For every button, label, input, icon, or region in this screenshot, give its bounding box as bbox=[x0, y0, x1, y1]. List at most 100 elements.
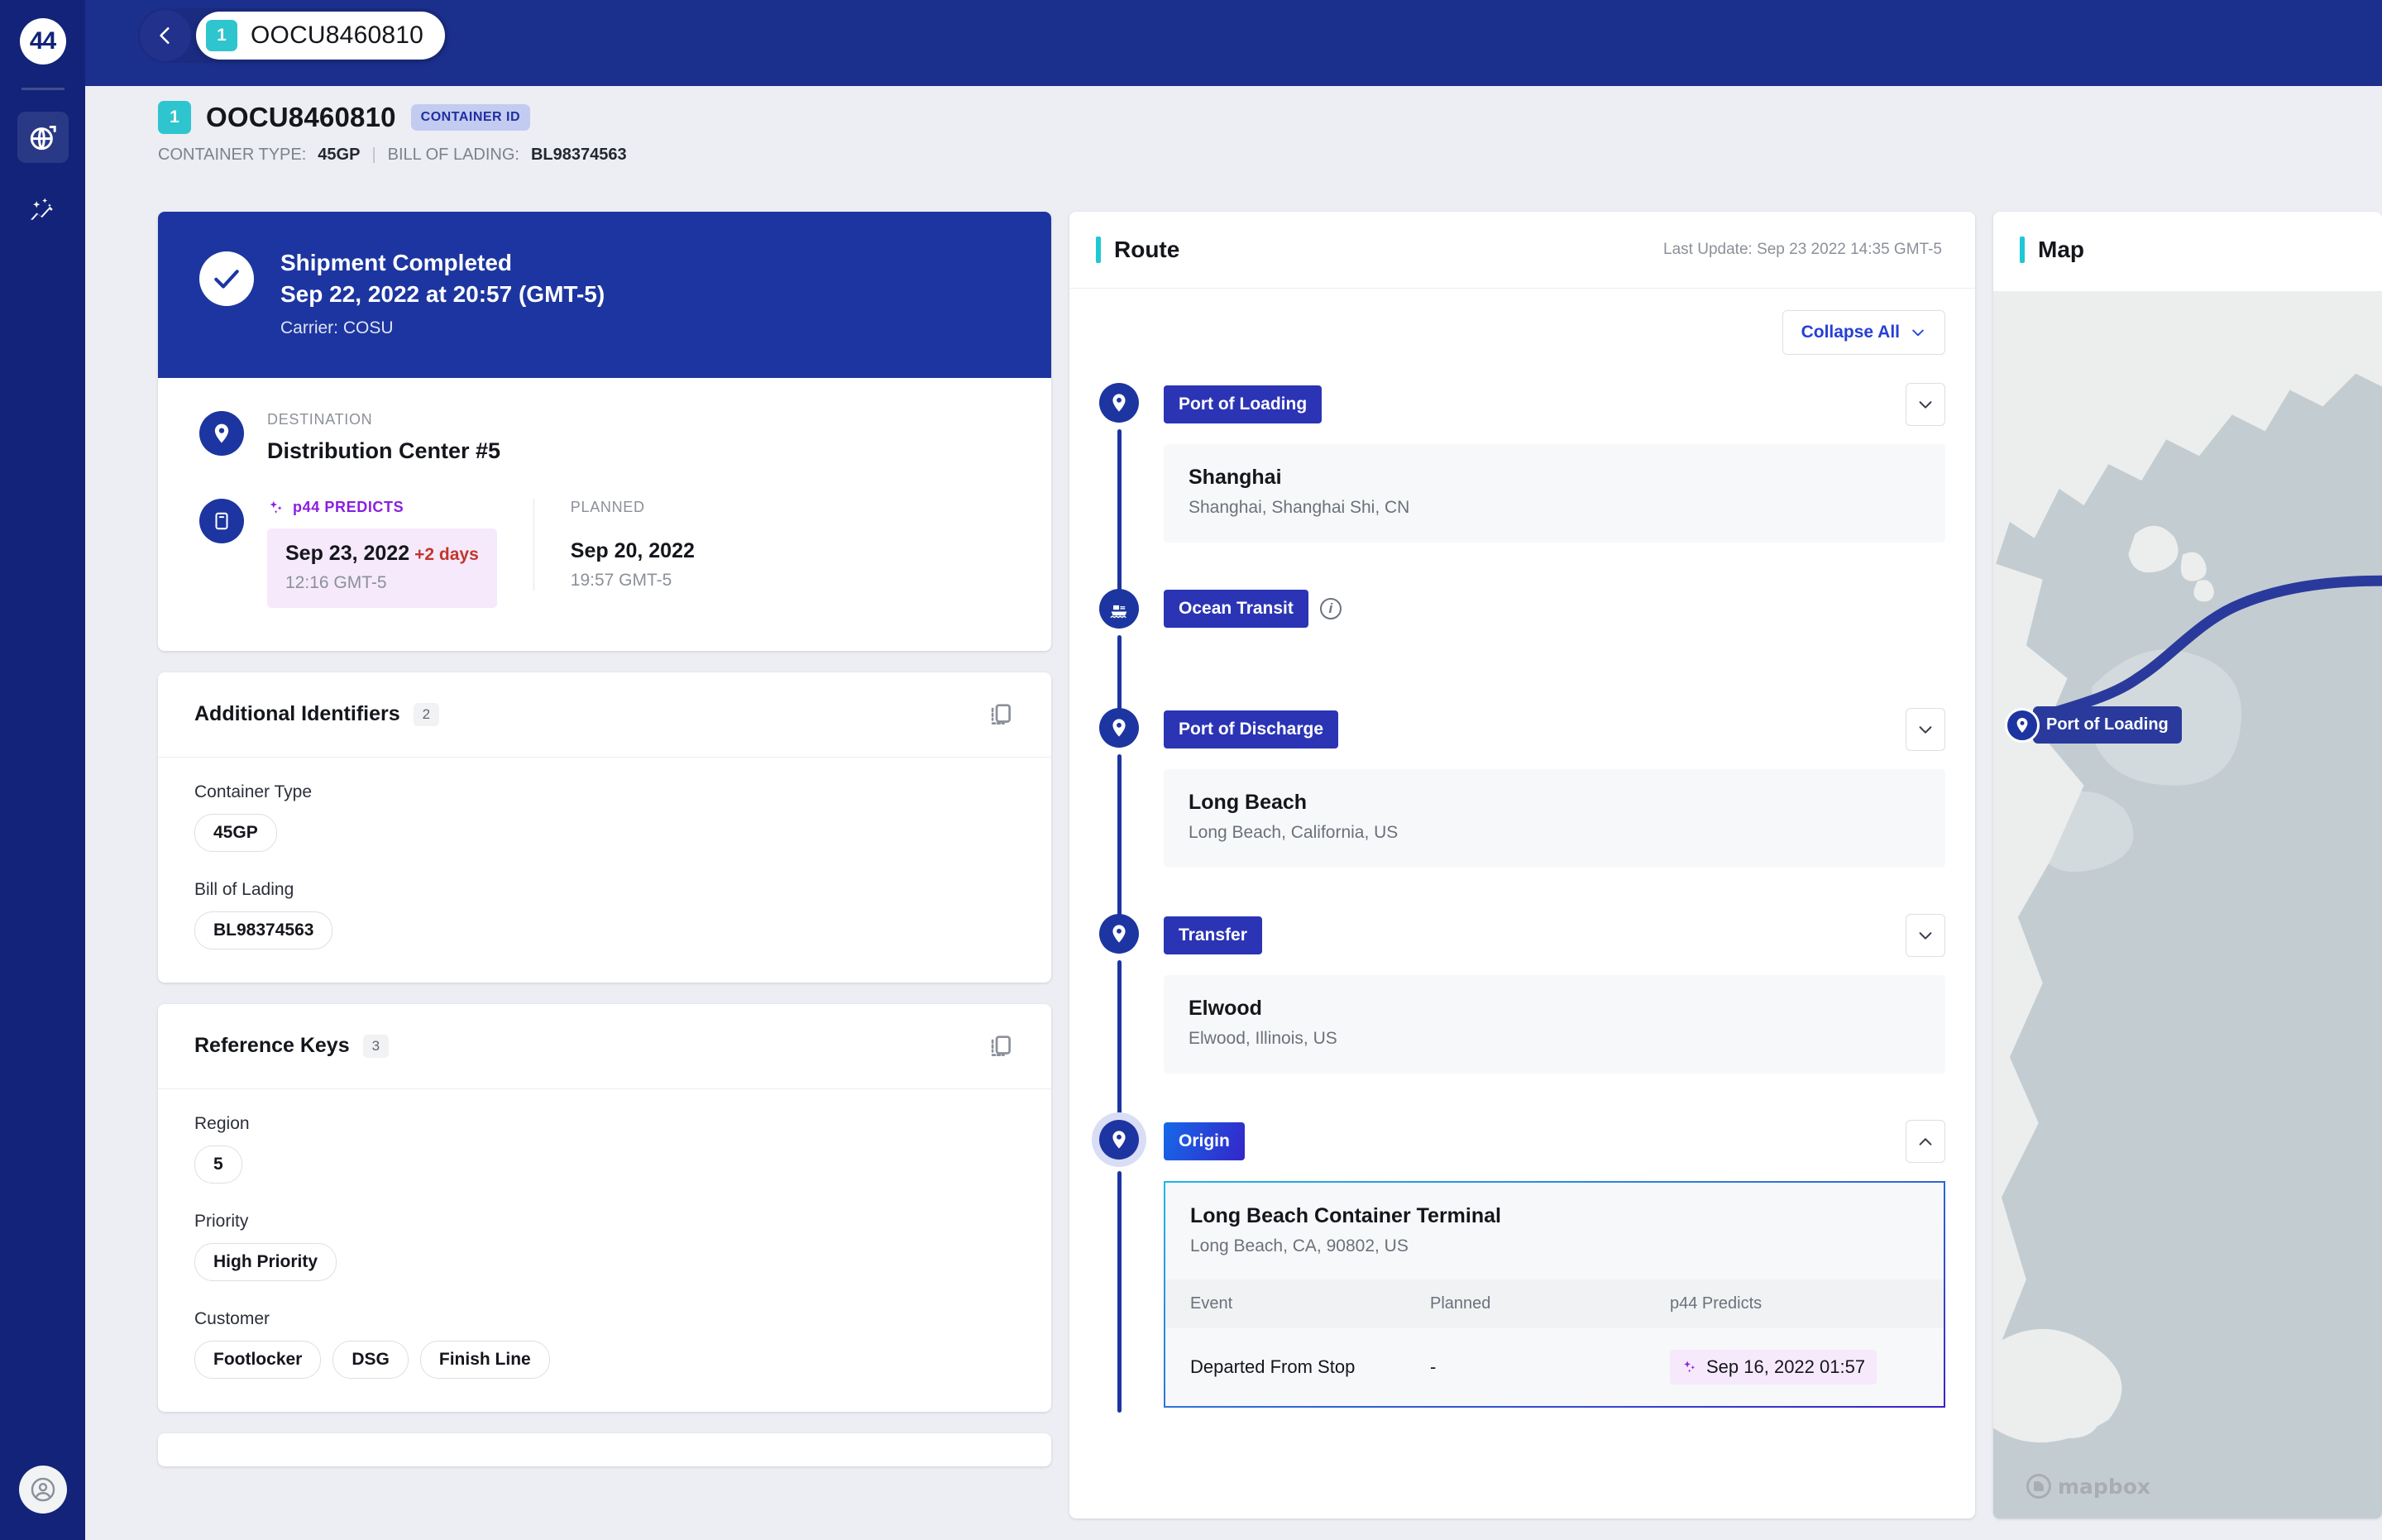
breadcrumb-container-id: OOCU8460810 bbox=[251, 22, 423, 49]
additional-identifiers-card: Additional Identifiers 2 Container Type … bbox=[158, 672, 1051, 983]
map-pin-icon bbox=[2005, 707, 2040, 743]
timeline-connector bbox=[1117, 960, 1122, 1125]
map-pin-icon bbox=[1099, 708, 1139, 748]
timeline-connector bbox=[1117, 429, 1122, 594]
bol-value: BL98374563 bbox=[530, 146, 627, 164]
value-chip[interactable]: 45GP bbox=[194, 813, 277, 852]
predicts-date-row: Sep 23, 2022 +2 days bbox=[285, 542, 479, 566]
field-chips: 45GP bbox=[194, 813, 1015, 852]
route-header: Route Last Update: Sep 23 2022 14:35 GMT… bbox=[1069, 212, 1975, 289]
collapse-row: Collapse All bbox=[1099, 310, 1945, 355]
chevron-down-icon bbox=[1916, 395, 1935, 414]
route-stop-expand-button[interactable] bbox=[1906, 383, 1945, 426]
timeline-connector bbox=[1117, 754, 1122, 919]
field-group: Priority High Priority bbox=[194, 1212, 1015, 1281]
eta-columns: p44 PREDICTS Sep 23, 2022 +2 days 12:16 G… bbox=[267, 498, 695, 608]
status-date: Sep 22, 2022 at 20:57 (GMT-5) bbox=[280, 281, 605, 308]
map-pin-icon bbox=[1099, 383, 1139, 423]
sparkle-icon bbox=[1681, 1359, 1698, 1375]
sparkle-icon bbox=[267, 499, 285, 517]
value-chip[interactable]: Footlocker bbox=[194, 1340, 322, 1379]
field-label: Customer bbox=[194, 1308, 270, 1328]
value-chip[interactable]: 5 bbox=[194, 1145, 242, 1184]
info-icon[interactable]: i bbox=[1319, 598, 1342, 619]
additional-identifiers-body: Container Type 45GP Bill of Lading BL983… bbox=[158, 758, 1051, 983]
route-stop-name: Long Beach bbox=[1189, 791, 1308, 814]
predicts-delta: +2 days bbox=[414, 544, 479, 564]
value-chip[interactable]: High Priority bbox=[194, 1242, 337, 1281]
copy-icon[interactable] bbox=[987, 701, 1015, 729]
value-chip[interactable]: Finish Line bbox=[419, 1340, 550, 1379]
check-icon bbox=[199, 251, 254, 306]
avatar[interactable] bbox=[18, 1466, 67, 1514]
reference-keys-count: 3 bbox=[362, 1034, 390, 1058]
route-stop-detail: Shanghai Shanghai, Shanghai Shi, CN bbox=[1164, 444, 1945, 543]
map-marker-port-of-loading[interactable]: Port of Loading bbox=[2005, 706, 2182, 744]
destination-value: Distribution Center #5 bbox=[267, 438, 501, 463]
chevron-up-icon bbox=[1916, 1132, 1935, 1150]
route-stop-header: Port of Loading bbox=[1164, 383, 1945, 426]
event-predicts-cell: Sep 16, 2022 01:57 bbox=[1645, 1328, 1944, 1406]
status-title: Shipment Completed bbox=[280, 250, 513, 275]
sidebar-item-globe[interactable] bbox=[17, 112, 69, 163]
route-column: Route Last Update: Sep 23 2022 14:35 GMT… bbox=[1069, 212, 1975, 1540]
additional-identifiers-title-group: Additional Identifiers 2 bbox=[194, 702, 440, 726]
route-stop-detail-expanded: Long Beach Container Terminal Long Beach… bbox=[1164, 1181, 1945, 1408]
field-group: Customer Footlocker DSG Finish Line bbox=[194, 1309, 1015, 1379]
container-type-value: 45GP bbox=[318, 146, 361, 164]
user-avatar-icon bbox=[29, 1475, 57, 1504]
mapbox-label: mapbox bbox=[2058, 1474, 2151, 1499]
planned-date: Sep 20, 2022 bbox=[570, 538, 695, 562]
additional-identifiers-header: Additional Identifiers 2 bbox=[158, 672, 1051, 758]
container-type-label: CONTAINER TYPE: bbox=[158, 146, 307, 164]
predicts-col-header: p44 Predicts bbox=[1645, 1279, 1944, 1328]
mapbox-icon bbox=[2026, 1474, 2051, 1499]
predicts-column: p44 PREDICTS Sep 23, 2022 +2 days 12:16 G… bbox=[267, 499, 497, 608]
timeline-connector bbox=[1117, 635, 1122, 713]
back-button[interactable] bbox=[140, 10, 191, 61]
value-chip[interactable]: DSG bbox=[332, 1340, 409, 1379]
sidebar-item-insights[interactable] bbox=[17, 184, 69, 236]
stop-spacer bbox=[1164, 629, 1945, 708]
event-col-header: Event bbox=[1165, 1279, 1405, 1328]
map-title: Map bbox=[2038, 237, 2084, 262]
predicts-label: p44 PREDICTS bbox=[293, 499, 404, 516]
route-stop-tag-group: Transfer bbox=[1164, 916, 1262, 954]
route-stop-expand-button[interactable] bbox=[1906, 708, 1945, 751]
page-title-row: 1 OOCU8460810 CONTAINER ID bbox=[158, 101, 2382, 134]
map-canvas[interactable]: Port of Loading mapbox bbox=[1993, 291, 2382, 1518]
value-chip[interactable]: BL98374563 bbox=[194, 911, 333, 949]
planned-label: PLANNED bbox=[570, 498, 645, 515]
map-header: Map bbox=[1993, 212, 2382, 288]
chevron-down-icon bbox=[1916, 720, 1935, 739]
route-stop-tag: Transfer bbox=[1164, 916, 1262, 954]
route-stop: Origin Long Beach Container Terminal Lon… bbox=[1099, 1120, 1945, 1413]
route-stop: Port of Discharge Long Beach Long Beach,… bbox=[1099, 708, 1945, 919]
breadcrumb: 1 OOCU8460810 bbox=[138, 8, 448, 63]
event-table-head: Event Planned p44 Predicts bbox=[1165, 1279, 1944, 1328]
field-chips: BL98374563 bbox=[194, 911, 1015, 949]
route-stop-address: Long Beach, CA, 90802, US bbox=[1190, 1236, 1409, 1255]
status-details: DESTINATION Distribution Center #5 p44 P… bbox=[158, 378, 1051, 651]
route-stop-header: Ocean Transit i bbox=[1164, 589, 1945, 629]
route-stop-address: Long Beach, California, US bbox=[1189, 823, 1399, 842]
event-table-header-row: Event Planned p44 Predicts bbox=[1165, 1279, 1944, 1328]
route-stop-detail-head: Long Beach Container Terminal Long Beach… bbox=[1165, 1204, 1944, 1256]
route-stop-collapse-button[interactable] bbox=[1906, 1120, 1945, 1163]
top-bar: 1 OOCU8460810 bbox=[85, 0, 2382, 86]
page-header: 1 OOCU8460810 CONTAINER ID CONTAINER TYP… bbox=[85, 86, 2382, 202]
table-row: Departed From Stop - Sep 16, 2022 01:57 bbox=[1165, 1328, 1944, 1406]
shipment-status-card: Shipment Completed Sep 22, 2022 at 20:57… bbox=[158, 212, 1051, 651]
reference-keys-title: Reference Keys bbox=[194, 1034, 350, 1058]
copy-icon[interactable] bbox=[987, 1032, 1015, 1060]
route-stop: Port of Loading Shanghai Shanghai, Shang… bbox=[1099, 383, 1945, 594]
stop-spacer bbox=[1164, 1074, 1945, 1120]
route-stop-tag-group: Ocean Transit i bbox=[1164, 590, 1342, 628]
route-stop-expand-button[interactable] bbox=[1906, 914, 1945, 957]
predicts-time: 12:16 GMT-5 bbox=[285, 572, 387, 592]
app-root: 44 1 OOCU8460810 1 OOCU8460810 CONTAINER… bbox=[0, 0, 2382, 1540]
breadcrumb-container-chip[interactable]: 1 OOCU8460810 bbox=[196, 12, 445, 60]
collapse-all-button[interactable]: Collapse All bbox=[1782, 310, 1945, 355]
project44-logo[interactable]: 44 bbox=[19, 18, 66, 65]
status-texts: Shipment Completed Sep 22, 2022 at 20:57… bbox=[280, 248, 605, 338]
